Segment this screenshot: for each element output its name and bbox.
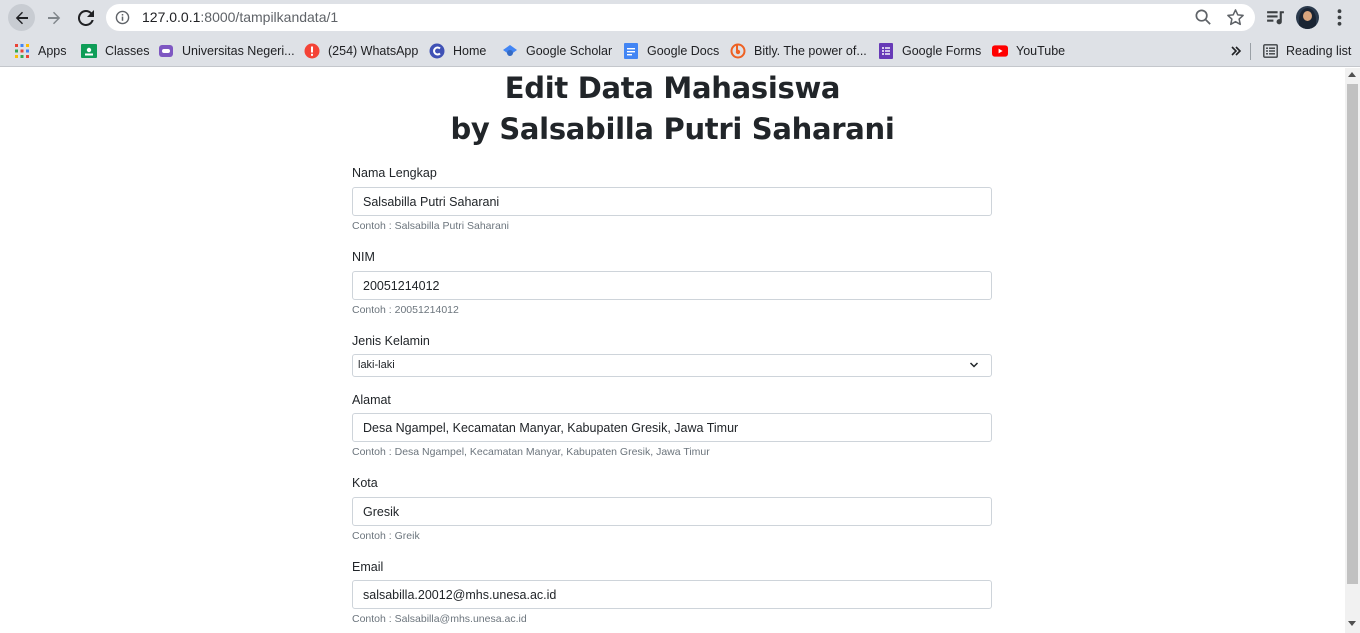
chevron-down-icon: [969, 362, 979, 368]
reload-icon: [77, 9, 94, 26]
reload-button[interactable]: [72, 4, 99, 31]
bookmark-scholar[interactable]: Google Scholar: [502, 41, 612, 61]
page-title: Edit Data Mahasiswa: [504, 71, 841, 105]
scroll-down-arrow-icon[interactable]: [1348, 621, 1356, 626]
bookmark-apps[interactable]: Apps: [14, 41, 67, 61]
url-path: :8000/tampilkandata/1: [200, 9, 339, 25]
nim-label: NIM: [352, 250, 375, 264]
bookmark-unesa[interactable]: Universitas Negeri...: [158, 41, 295, 61]
scroll-thumb[interactable]: [1347, 84, 1358, 584]
bookmarks-divider: [1250, 43, 1251, 60]
kota-label: Kota: [352, 476, 378, 490]
bookmark-label: (254) WhatsApp: [328, 44, 419, 58]
media-queue-icon[interactable]: [1265, 7, 1286, 28]
profile-avatar[interactable]: [1296, 6, 1319, 29]
jenis-kelamin-value: laki-laki: [358, 359, 395, 371]
url-text: 127.0.0.1:8000/tampilkandata/1: [142, 9, 338, 25]
kota-help: Contoh : Greik: [352, 530, 420, 542]
bookmarks-overflow-button[interactable]: [1230, 41, 1242, 61]
address-bar[interactable]: 127.0.0.1:8000/tampilkandata/1: [106, 4, 1255, 31]
bookmark-home[interactable]: Home: [429, 41, 486, 61]
bookmarks-bar: Apps Classes Universitas Negeri... (254)…: [0, 35, 1360, 67]
arrow-right-icon: [47, 11, 60, 24]
bookmark-label: Home: [453, 44, 487, 58]
bookmark-forms[interactable]: Google Forms: [878, 41, 981, 61]
bookmark-label: Google Forms: [902, 44, 982, 58]
jenis-kelamin-label: Jenis Kelamin: [352, 334, 430, 348]
forward-button[interactable]: [40, 4, 67, 31]
nama-help: Contoh : Salsabilla Putri Saharani: [352, 220, 510, 232]
kebab-menu-icon[interactable]: [1329, 7, 1350, 28]
bookmark-docs[interactable]: Google Docs: [623, 41, 719, 61]
nim-help: Contoh : 20051214012: [352, 304, 459, 316]
reading-list-label: Reading list: [1286, 44, 1352, 58]
bitly-icon: [730, 43, 746, 59]
reading-list-button[interactable]: Reading list: [1262, 41, 1351, 61]
google-scholar-icon: [502, 43, 518, 59]
zoom-icon[interactable]: [1194, 8, 1213, 27]
arrow-left-icon: [15, 11, 28, 24]
bookmark-bitly[interactable]: Bitly. The power of...: [730, 41, 867, 61]
email-help: Contoh : Salsabilla@mhs.unesa.ac.id: [352, 613, 527, 625]
apps-grid-icon: [14, 43, 30, 59]
email-label: Email: [352, 560, 384, 574]
kota-input[interactable]: [352, 497, 992, 526]
page-scrollbar[interactable]: [1345, 68, 1360, 633]
youtube-icon: [992, 43, 1008, 59]
email-input[interactable]: [352, 580, 992, 609]
whatsapp-alert-icon: [304, 43, 320, 59]
alamat-label: Alamat: [352, 393, 391, 407]
jenis-kelamin-select[interactable]: laki-laki: [352, 354, 992, 377]
bookmark-classes[interactable]: Classes: [81, 41, 149, 61]
page-subtitle: by Salsabilla Putri Saharani: [450, 112, 895, 146]
bookmark-label: YouTube: [1016, 44, 1066, 58]
page-content: Edit Data Mahasiswa by Salsabilla Putri …: [0, 68, 1345, 633]
url-host: 127.0.0.1: [142, 9, 201, 25]
alamat-help: Contoh : Desa Ngampel, Kecamatan Manyar,…: [352, 446, 710, 458]
bookmark-star-icon[interactable]: [1226, 8, 1245, 27]
nim-input[interactable]: [352, 271, 992, 300]
google-forms-icon: [878, 43, 894, 59]
bookmark-label: Classes: [105, 44, 150, 58]
alamat-input[interactable]: [352, 413, 992, 442]
bookmark-label: Google Scholar: [526, 44, 613, 58]
bookmark-label: Universitas Negeri...: [182, 44, 295, 58]
scroll-up-arrow-icon[interactable]: [1348, 72, 1356, 77]
bookmark-label: Apps: [38, 44, 67, 58]
bookmark-whatsapp[interactable]: (254) WhatsApp: [304, 41, 418, 61]
reading-list-icon: [1262, 43, 1278, 59]
bookmark-label: Google Docs: [647, 44, 720, 58]
nama-label: Nama Lengkap: [352, 166, 437, 180]
info-icon[interactable]: [115, 10, 130, 25]
google-docs-icon: [623, 43, 639, 59]
home-c-icon: [429, 43, 445, 59]
google-classroom-icon: [81, 43, 97, 59]
browser-toolbar: 127.0.0.1:8000/tampilkandata/1: [0, 0, 1360, 35]
unesa-icon: [158, 43, 174, 59]
bookmark-label: Bitly. The power of...: [754, 44, 867, 58]
bookmark-youtube[interactable]: YouTube: [992, 41, 1065, 61]
double-chevron-right-icon: [1231, 46, 1242, 56]
back-button[interactable]: [8, 4, 35, 31]
nama-input[interactable]: [352, 187, 992, 216]
